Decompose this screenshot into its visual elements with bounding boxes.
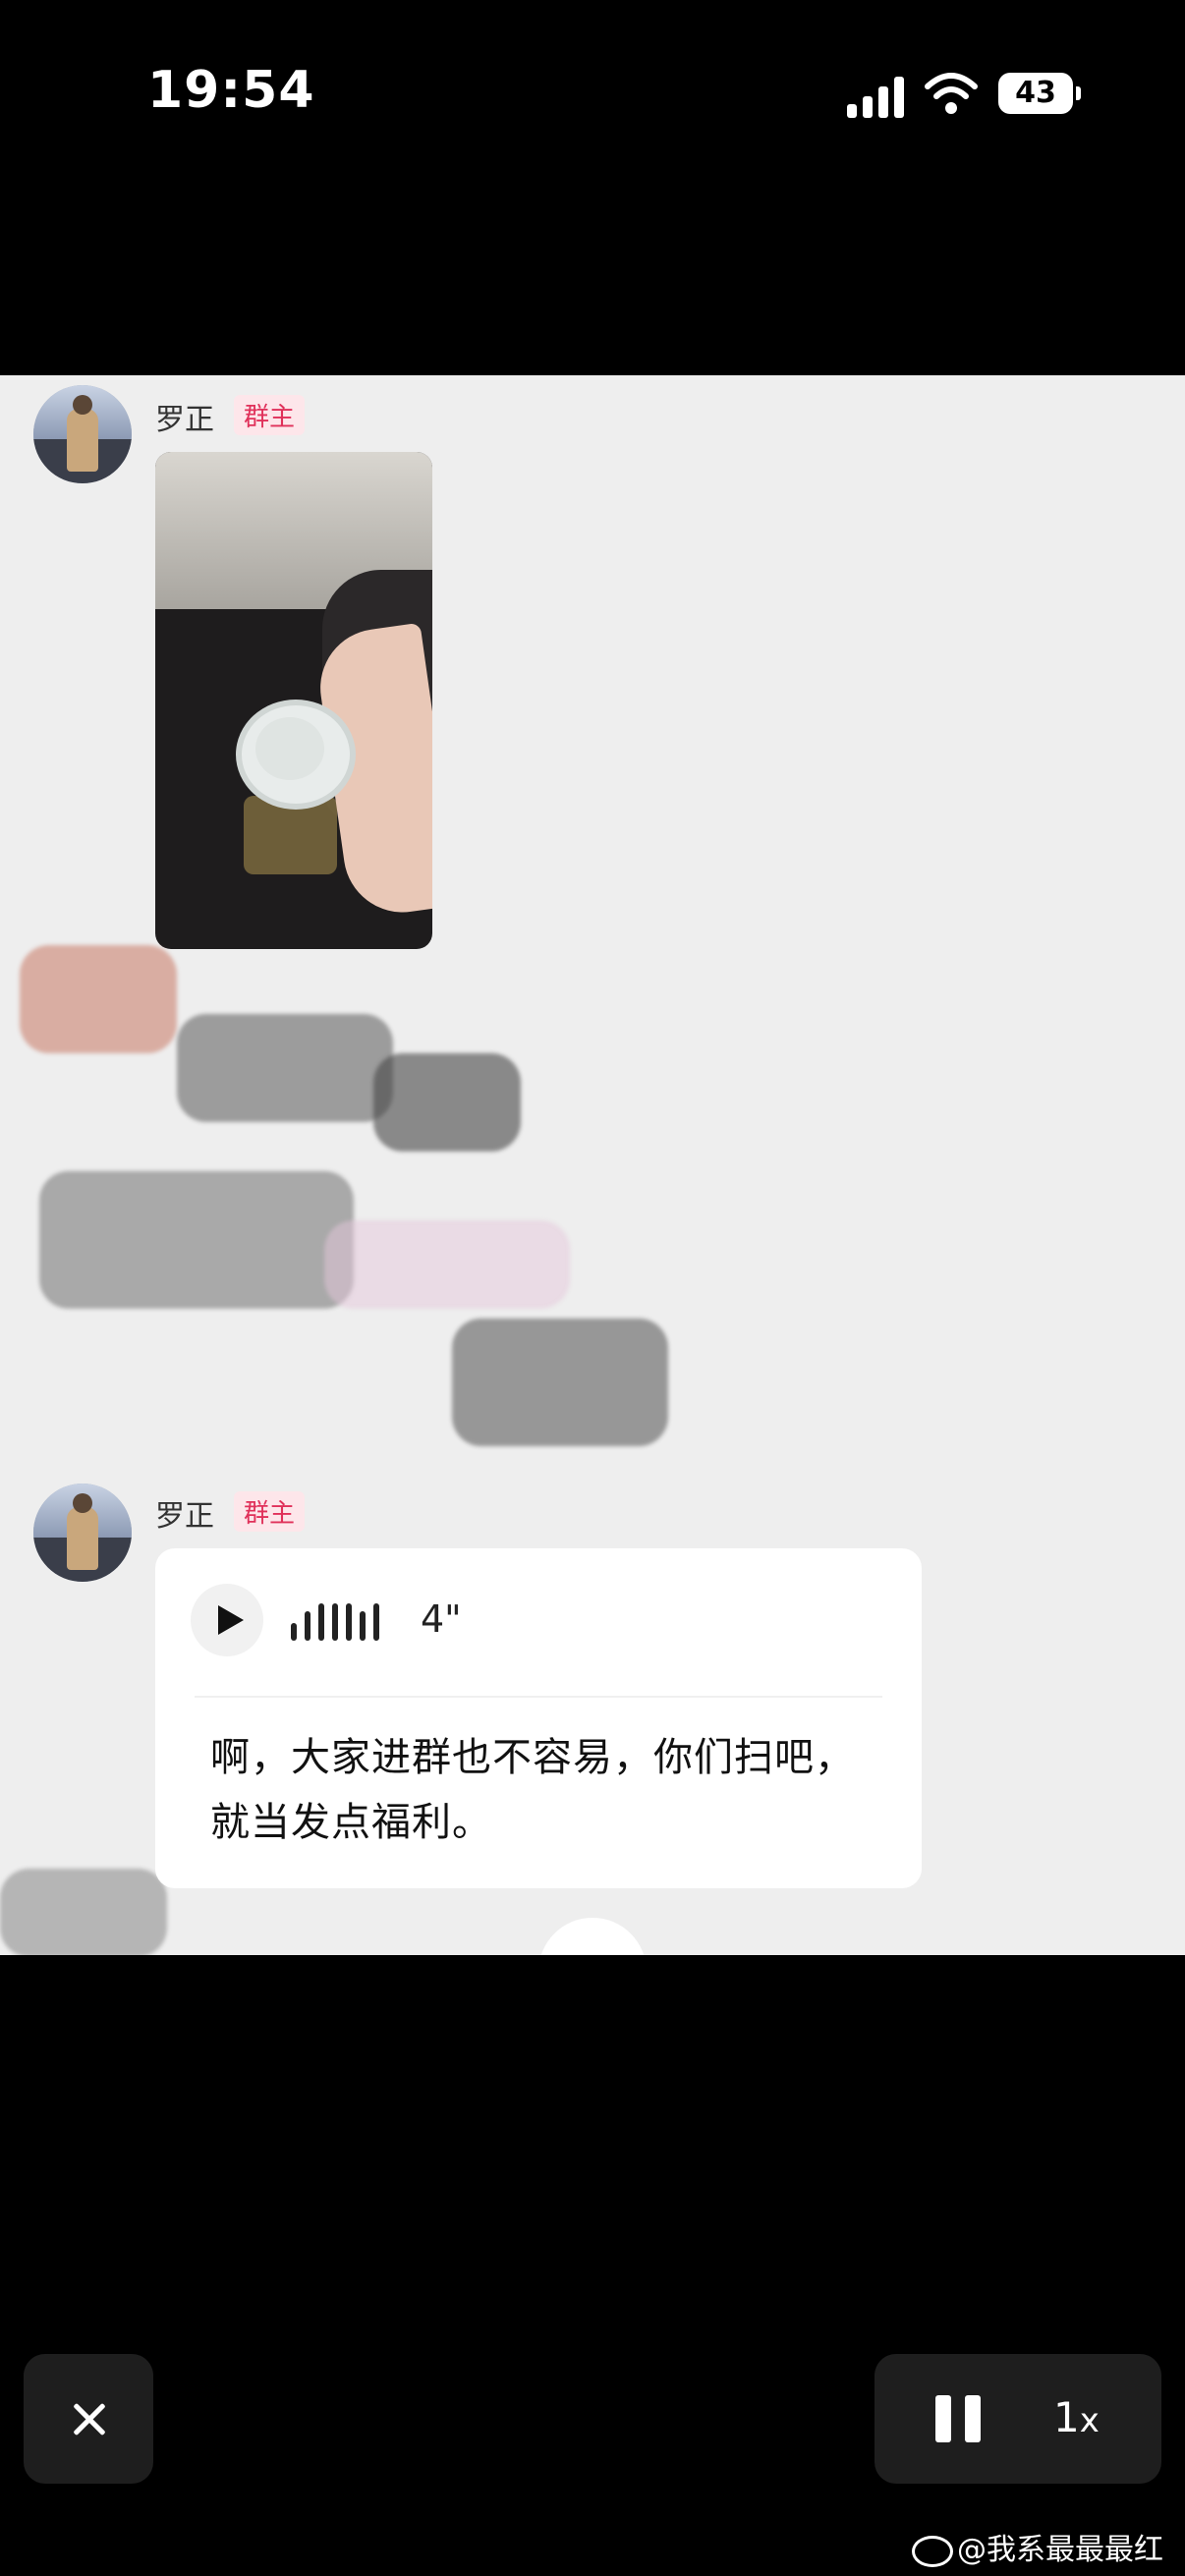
status-time: 19:54 [147, 61, 315, 120]
owner-badge: 群主 [234, 395, 306, 435]
voice-message[interactable]: 4" 啊，大家进群也不容易，你们扫吧，就当发点福利。 [155, 1548, 922, 1888]
pause-icon[interactable] [935, 2395, 983, 2442]
signal-icon [847, 75, 910, 118]
collapse-button[interactable] [538, 1918, 647, 1955]
play-icon[interactable] [191, 1584, 263, 1656]
sender-name: 罗正 [155, 1499, 214, 1534]
status-bar: 19:54 43 [0, 0, 1185, 196]
watermark: @我系最最最红 [912, 2525, 1163, 2568]
avatar[interactable] [33, 385, 132, 483]
sender-name: 罗正 [155, 403, 214, 437]
speed-button[interactable]: 1x [1053, 2393, 1100, 2441]
avatar[interactable] [33, 1484, 132, 1582]
close-button[interactable] [24, 2354, 153, 2484]
voice-duration: 4" [421, 1597, 462, 1641]
voice-transcript: 啊，大家进群也不容易，你们扫吧，就当发点福利。 [210, 1735, 855, 1845]
owner-badge: 群主 [234, 1491, 306, 1532]
weibo-icon [912, 2535, 953, 2567]
wifi-icon [925, 73, 978, 114]
video-frame: 罗正 群主 罗正 群主 4" 啊，大家进群也不容易，你们扫吧，就当发点福利。 [0, 375, 1185, 1955]
divider [195, 1696, 882, 1698]
waveform-icon [291, 1597, 389, 1641]
battery-icon: 43 [998, 73, 1081, 114]
playback-controls: 1x [875, 2354, 1161, 2484]
image-message[interactable] [155, 452, 432, 949]
